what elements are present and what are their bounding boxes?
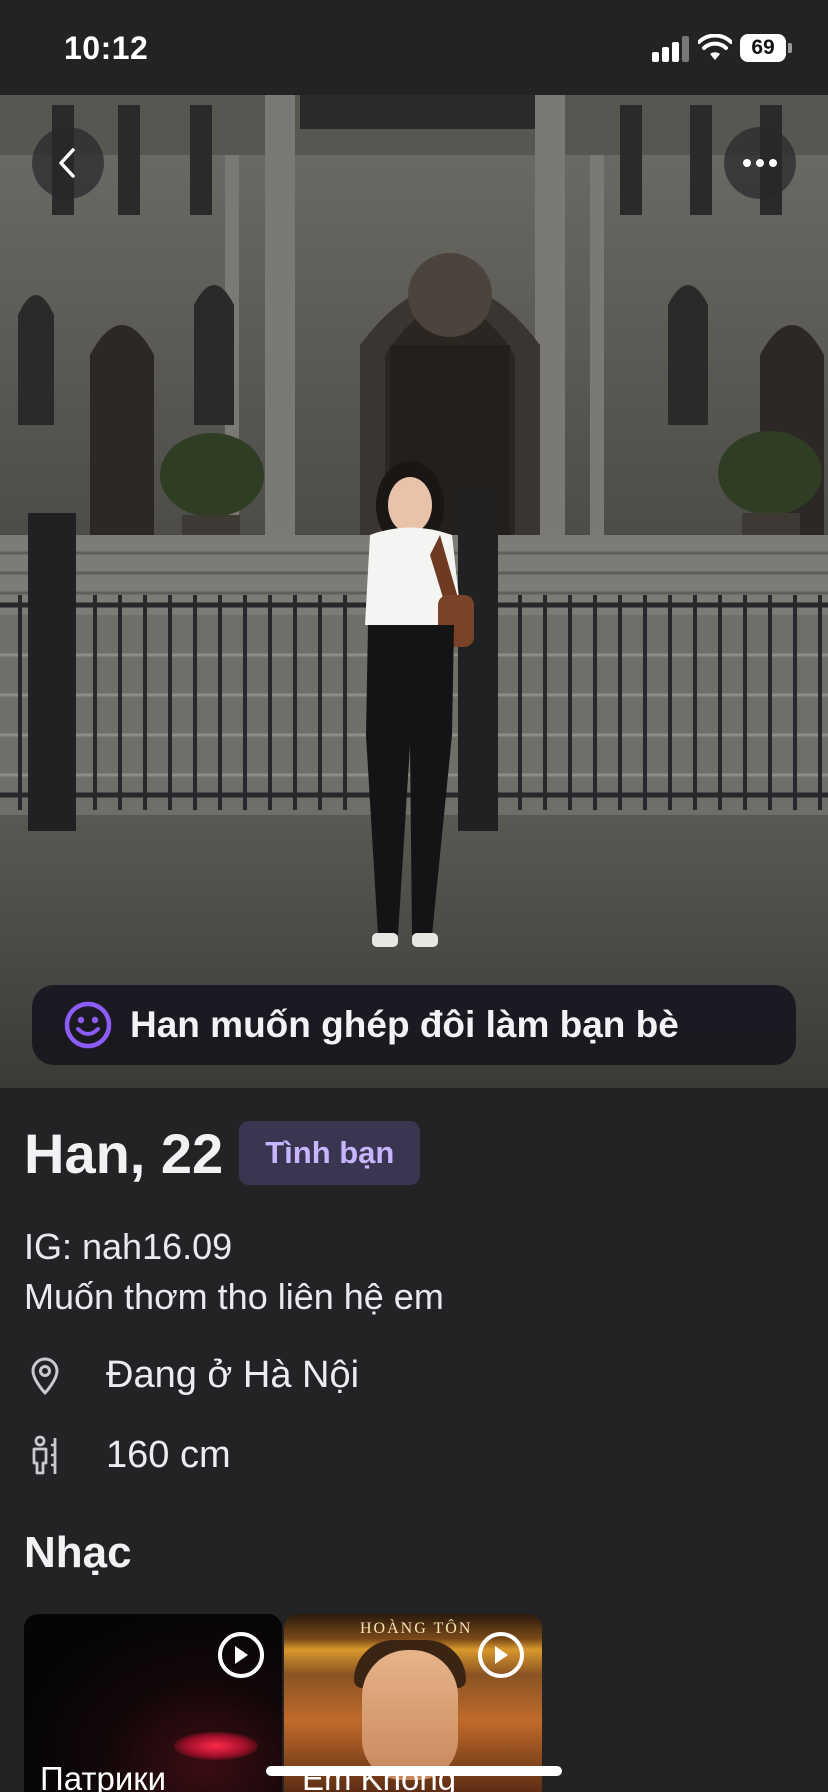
smile-icon xyxy=(64,1001,112,1049)
play-icon[interactable] xyxy=(478,1632,524,1678)
location-text: Đang ở Hà Nội xyxy=(106,1354,360,1396)
profile-photo[interactable]: Han muốn ghép đôi làm bạn bè xyxy=(0,95,828,1088)
home-indicator xyxy=(266,1766,562,1776)
bio-line: IG: nah16.09 xyxy=(24,1226,233,1267)
location-pin-icon xyxy=(24,1355,66,1397)
wifi-icon xyxy=(698,34,732,60)
match-intent-banner: Han muốn ghép đôi làm bạn bè xyxy=(32,985,796,1065)
back-button[interactable] xyxy=(32,127,104,199)
height-text: 160 cm xyxy=(106,1434,231,1476)
battery-nub xyxy=(788,43,792,53)
music-track-title: Em Không xyxy=(302,1760,457,1792)
height-row: 160 cm xyxy=(24,1434,231,1477)
bio-line: Muốn thơm tho liên hệ em xyxy=(24,1276,444,1317)
play-icon[interactable] xyxy=(218,1632,264,1678)
profile-bio: IG: nah16.09 Muốn thơm tho liên hệ em xyxy=(24,1222,444,1322)
album-art-light xyxy=(174,1732,258,1760)
more-options-button[interactable] xyxy=(724,127,796,199)
status-time: 10:12 xyxy=(64,30,149,66)
back-chevron-icon xyxy=(59,148,75,178)
music-section-title: Nhạc xyxy=(24,1528,132,1577)
album-art-text: HOÀNG TÔN xyxy=(360,1620,473,1637)
intent-badge: Tình bạn xyxy=(239,1121,421,1185)
status-bar: 10:12 69 xyxy=(0,0,828,95)
profile-name-age: Han, 22 xyxy=(24,1121,224,1185)
photo-illustration xyxy=(0,95,828,1088)
more-dots-icon xyxy=(743,159,777,167)
music-card[interactable]: Патрики xyxy=(24,1614,282,1792)
battery-indicator: 69 xyxy=(740,34,786,62)
location-row: Đang ở Hà Nội xyxy=(24,1354,359,1397)
height-icon xyxy=(24,1435,66,1477)
match-intent-text: Han muốn ghép đôi làm bạn bè xyxy=(130,1004,679,1045)
cellular-signal-icon xyxy=(652,36,692,62)
music-track-title: Патрики xyxy=(40,1760,167,1792)
name-row: Han, 22 Tình bạn xyxy=(24,1118,421,1188)
